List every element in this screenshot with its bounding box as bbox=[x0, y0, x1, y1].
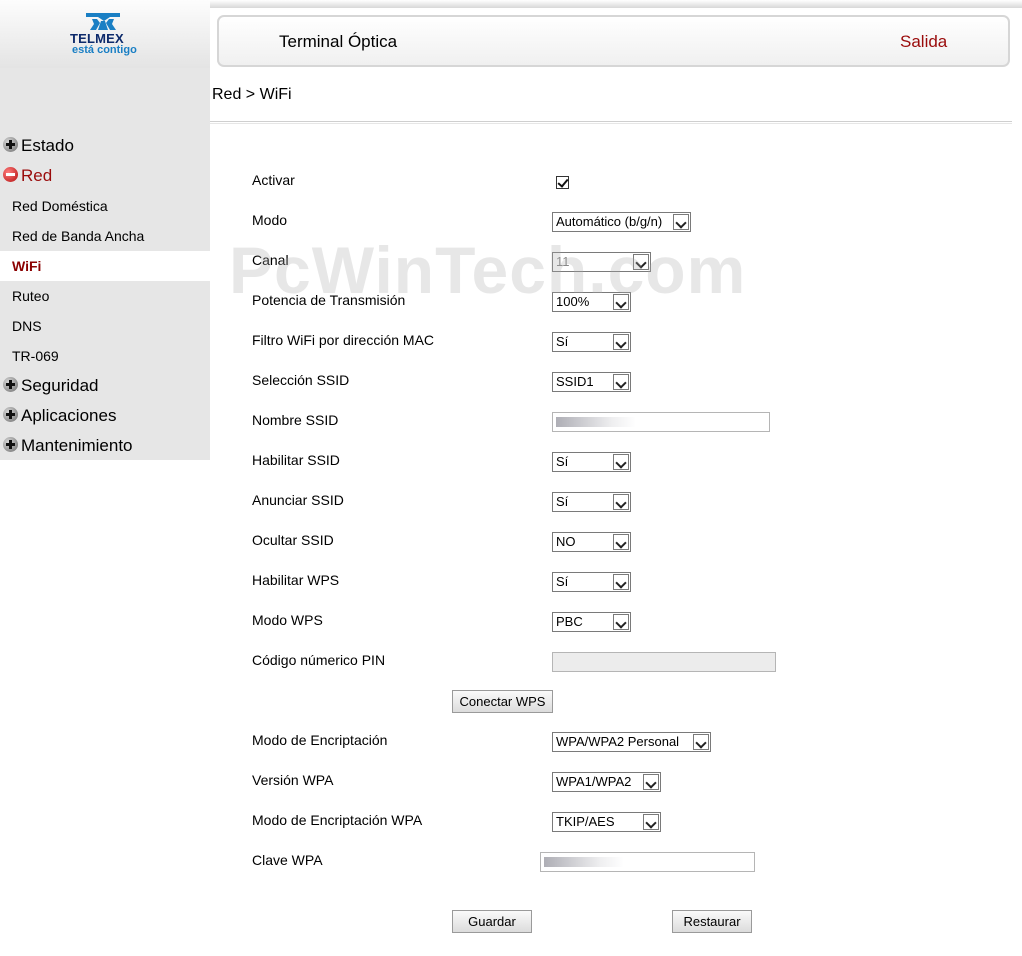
chevron-down-icon bbox=[613, 294, 629, 310]
restaurar-button[interactable]: Restaurar bbox=[672, 910, 752, 933]
habilitar-wps-value: Sí bbox=[556, 574, 569, 589]
canal-select[interactable]: 11 bbox=[552, 252, 651, 272]
modo-wps-label: Modo WPS bbox=[252, 612, 323, 628]
logo-area: TELMEX está contigo bbox=[0, 0, 210, 68]
sidebar-item-dns[interactable]: DNS bbox=[0, 311, 210, 341]
anunciar-ssid-value: Sí bbox=[556, 494, 569, 509]
clave-wpa-input[interactable] bbox=[540, 852, 755, 872]
header-bar: Terminal Óptica Salida bbox=[217, 15, 1010, 67]
encriptacion-wpa-select[interactable]: TKIP/AES bbox=[552, 812, 661, 832]
potencia-label: Potencia de Transmisión bbox=[252, 292, 406, 308]
anunciar-ssid-label: Anunciar SSID bbox=[252, 492, 344, 508]
sidebar-item-wifi[interactable]: WiFi bbox=[0, 251, 210, 281]
activar-checkbox[interactable] bbox=[556, 176, 569, 189]
expand-plus-icon bbox=[3, 137, 18, 152]
modo-wps-select[interactable]: PBC bbox=[552, 612, 631, 632]
sidebar-item-red-domestica[interactable]: Red Doméstica bbox=[0, 191, 210, 221]
sidebar-item-tr069[interactable]: TR-069 bbox=[0, 341, 210, 371]
nav-section-label: Estado bbox=[21, 136, 74, 155]
ocultar-ssid-select[interactable]: NO bbox=[552, 532, 631, 552]
habilitar-ssid-select[interactable]: Sí bbox=[552, 452, 631, 472]
version-wpa-label: Versión WPA bbox=[252, 772, 334, 788]
guardar-button[interactable]: Guardar bbox=[452, 910, 532, 933]
nav-section-mantenimiento[interactable]: Mantenimiento bbox=[3, 431, 133, 461]
encriptacion-select[interactable]: WPA/WPA2 Personal bbox=[552, 732, 711, 752]
sidebar-item-ruteo[interactable]: Ruteo bbox=[0, 281, 210, 311]
chevron-down-icon bbox=[643, 814, 659, 830]
nav-section-aplicaciones[interactable]: Aplicaciones bbox=[3, 401, 116, 431]
expand-plus-icon bbox=[3, 377, 18, 392]
logout-link[interactable]: Salida bbox=[900, 32, 947, 52]
nav-section-label: Red bbox=[21, 166, 53, 185]
chevron-down-icon bbox=[613, 374, 629, 390]
habilitar-wps-select[interactable]: Sí bbox=[552, 572, 631, 592]
habilitar-ssid-value: Sí bbox=[556, 454, 569, 469]
anunciar-ssid-select[interactable]: Sí bbox=[552, 492, 631, 512]
modo-select[interactable]: Automático (b/g/n) bbox=[552, 212, 691, 232]
version-wpa-value: WPA1/WPA2 bbox=[556, 774, 632, 789]
nav-section-seguridad[interactable]: Seguridad bbox=[3, 371, 99, 401]
collapse-minus-icon bbox=[3, 167, 18, 182]
top-stripe bbox=[210, 0, 1022, 8]
chevron-down-icon bbox=[693, 734, 709, 750]
divider bbox=[210, 121, 1012, 124]
chevron-down-icon bbox=[633, 254, 649, 270]
telmex-logo-icon bbox=[86, 13, 120, 30]
nav-section-label: Seguridad bbox=[21, 376, 99, 395]
nombre-ssid-label: Nombre SSID bbox=[252, 412, 339, 428]
habilitar-ssid-label: Habilitar SSID bbox=[252, 452, 340, 468]
chevron-down-icon bbox=[643, 774, 659, 790]
activar-label: Activar bbox=[252, 172, 295, 188]
nombre-ssid-input[interactable] bbox=[552, 412, 770, 432]
modo-wps-value: PBC bbox=[556, 614, 583, 629]
canal-value: 11 bbox=[556, 254, 570, 269]
chevron-down-icon bbox=[613, 454, 629, 470]
potencia-select[interactable]: 100% bbox=[552, 292, 631, 312]
nav-section-estado[interactable]: Estado bbox=[3, 131, 74, 161]
chevron-down-icon bbox=[613, 574, 629, 590]
encriptacion-wpa-value: TKIP/AES bbox=[556, 814, 615, 829]
chevron-down-icon bbox=[673, 214, 689, 230]
encriptacion-wpa-label: Modo de Encriptación WPA bbox=[252, 812, 423, 828]
conectar-wps-button[interactable]: Conectar WPS bbox=[452, 690, 553, 713]
redacted-text bbox=[544, 857, 624, 867]
nav-section-label: Mantenimiento bbox=[21, 436, 133, 455]
sidebar-item-red-banda-ancha[interactable]: Red de Banda Ancha bbox=[0, 221, 210, 251]
breadcrumb: Red > WiFi bbox=[212, 86, 292, 103]
expand-plus-icon bbox=[3, 437, 18, 452]
version-wpa-select[interactable]: WPA1/WPA2 bbox=[552, 772, 661, 792]
canal-label: Canal bbox=[252, 252, 289, 268]
pin-label: Código númerico PIN bbox=[252, 652, 386, 668]
seleccion-ssid-select[interactable]: SSID1 bbox=[552, 372, 631, 392]
nav-section-label: Aplicaciones bbox=[21, 406, 117, 425]
filtro-mac-value: Sí bbox=[556, 334, 569, 349]
ocultar-ssid-value: NO bbox=[556, 534, 576, 549]
sidebar-nav: Estado Red Red Doméstica Red de Banda An… bbox=[0, 68, 210, 460]
logo-tagline: está contigo bbox=[72, 44, 137, 56]
expand-plus-icon bbox=[3, 407, 18, 422]
modo-value: Automático (b/g/n) bbox=[556, 214, 663, 229]
nav-section-red[interactable]: Red bbox=[3, 161, 52, 191]
seleccion-ssid-label: Selección SSID bbox=[252, 372, 350, 388]
encriptacion-label: Modo de Encriptación bbox=[252, 732, 388, 748]
chevron-down-icon bbox=[613, 614, 629, 630]
filtro-mac-label: Filtro WiFi por dirección MAC bbox=[252, 332, 435, 348]
chevron-down-icon bbox=[613, 494, 629, 510]
habilitar-wps-label: Habilitar WPS bbox=[252, 572, 340, 588]
ocultar-ssid-label: Ocultar SSID bbox=[252, 532, 334, 548]
redacted-text bbox=[556, 417, 636, 427]
page-title: Terminal Óptica bbox=[279, 32, 398, 51]
seleccion-ssid-value: SSID1 bbox=[556, 374, 594, 389]
clave-wpa-label: Clave WPA bbox=[252, 852, 323, 868]
pin-input[interactable] bbox=[552, 652, 776, 672]
chevron-down-icon bbox=[613, 534, 629, 550]
encriptacion-value: WPA/WPA2 Personal bbox=[556, 734, 680, 749]
modo-label: Modo bbox=[252, 212, 288, 228]
chevron-down-icon bbox=[613, 334, 629, 350]
potencia-value: 100% bbox=[556, 294, 590, 309]
filtro-mac-select[interactable]: Sí bbox=[552, 332, 631, 352]
